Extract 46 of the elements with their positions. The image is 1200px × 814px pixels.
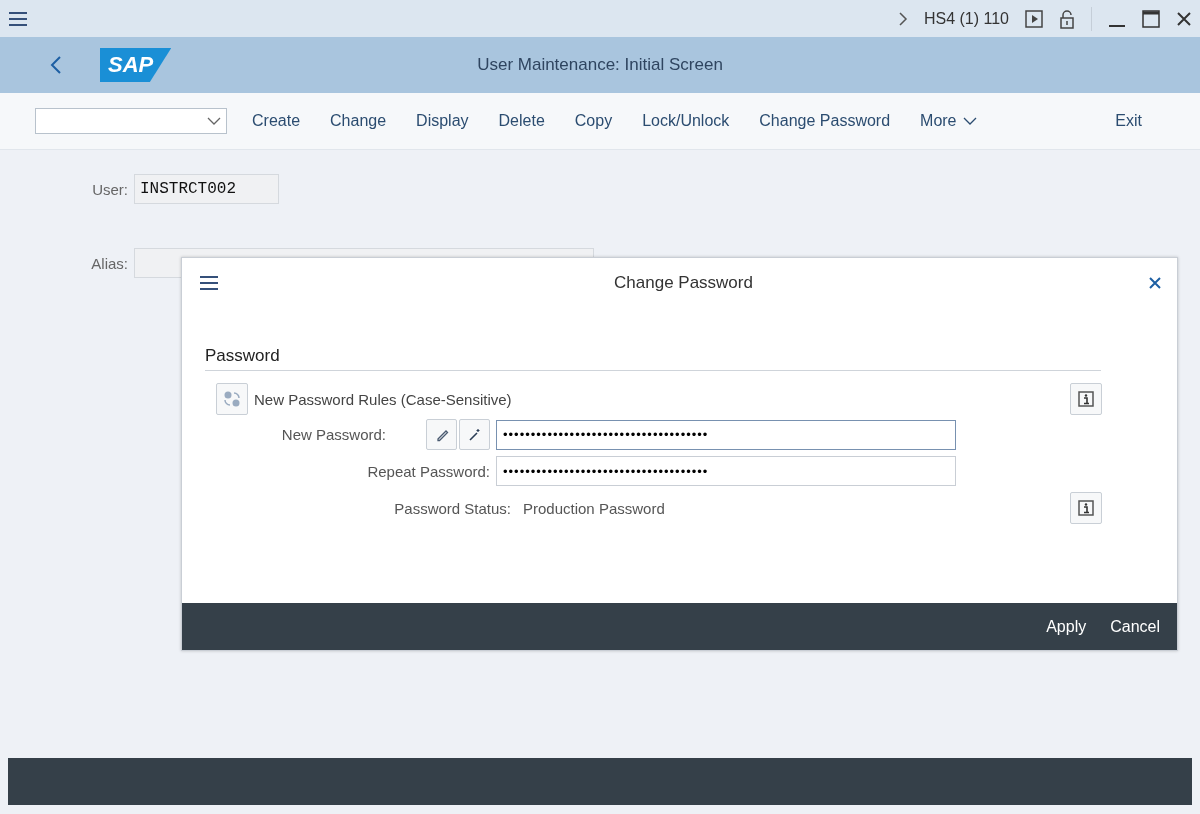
toolbar-button[interactable]: Create [237,112,316,130]
menu-icon[interactable] [199,275,219,291]
wand-icon [467,427,482,442]
field-label: Repeat Password: [366,462,490,480]
toolbar-button[interactable]: Change Password [744,112,906,130]
caret-icon [207,117,221,125]
toolbar-button[interactable]: Lock/Unlock [627,112,745,130]
status-value: Production Password [523,499,665,517]
lock-icon[interactable] [1059,8,1075,29]
rules-label: New Password Rules (Case-Sensitive) [254,390,512,408]
toolbar-button[interactable]: Display [401,112,484,130]
system-info: HS4 (1) 110 [923,9,1009,28]
field-label: Password Status: [393,499,511,517]
section-title: Password [205,346,1101,371]
info-icon [1078,391,1094,407]
password-field[interactable]: ••••••••••••••••••••••••••••••••••••• [496,419,956,450]
password-field[interactable]: ••••••••••••••••••••••••••••••••••••• [496,456,956,486]
menu-icon[interactable] [8,10,28,27]
edit-button[interactable] [426,419,457,450]
field-label: Alias: [90,254,128,272]
sap-logo: SAP [100,48,172,82]
back-icon[interactable] [50,55,62,75]
circular-arrows-icon [223,390,241,408]
field-label: New Password: [281,426,387,443]
info-icon [1078,500,1094,516]
chevron-right-icon[interactable] [897,11,908,26]
maximize-icon[interactable] [1142,9,1160,28]
wand-button[interactable] [459,419,490,450]
play-icon[interactable] [1025,9,1043,28]
close-icon[interactable] [1176,10,1192,27]
caret-icon [962,117,977,125]
close-icon[interactable] [1148,276,1162,290]
footer-button[interactable]: Cancel [1101,617,1169,636]
toolbar-button[interactable]: Delete [483,112,560,130]
info-button[interactable] [1070,383,1102,415]
field-label: User: [91,180,128,198]
dialog-title: Change Password [614,273,753,293]
user-field[interactable]: INSTRCT002 [134,174,279,204]
exit-button[interactable]: Exit [1100,112,1157,130]
more-menu-button[interactable]: More [905,112,992,130]
toolbar-button[interactable]: Copy [559,112,628,130]
footer-button[interactable]: Apply [1037,617,1096,636]
toolbar-button[interactable]: Change [315,112,402,130]
info-button[interactable] [1070,492,1102,524]
screen-title: User Maintenance: Initial Screen [477,55,723,75]
dropdown-field[interactable] [35,108,227,134]
